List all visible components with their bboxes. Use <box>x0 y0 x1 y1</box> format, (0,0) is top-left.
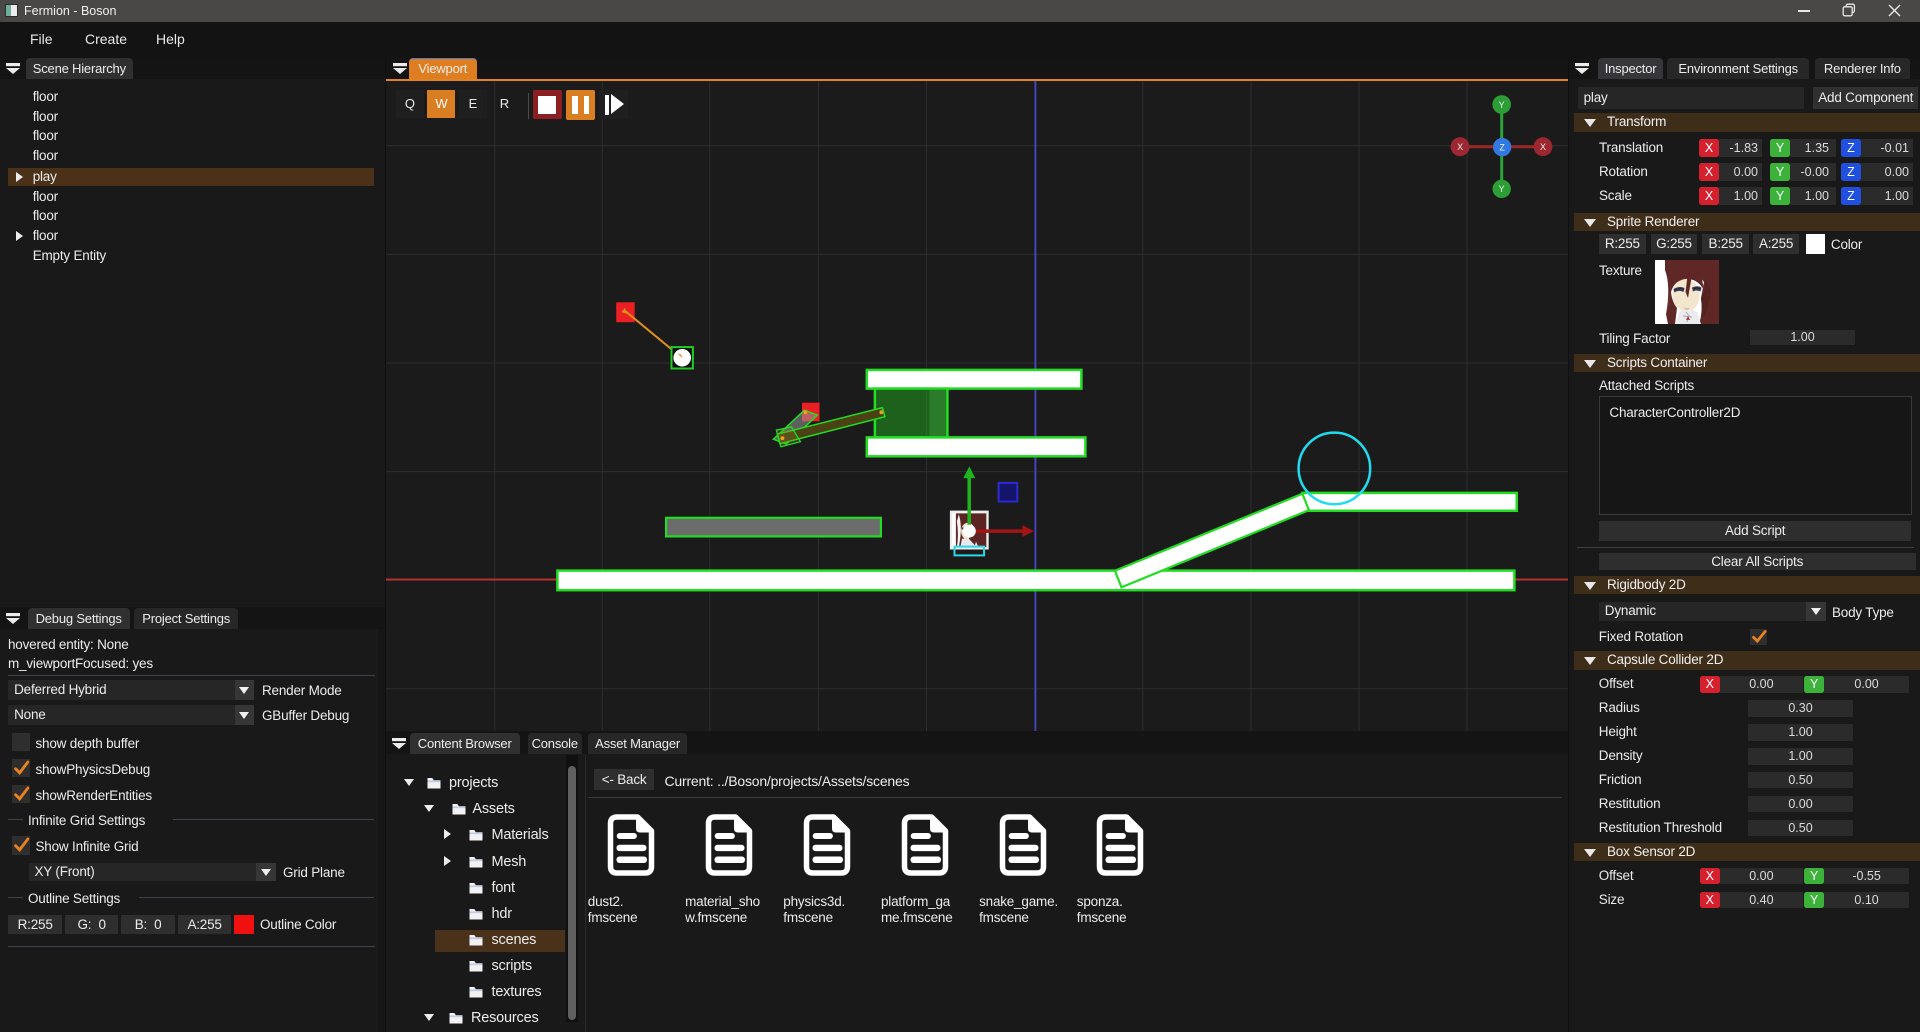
svg-text:X: X <box>1457 142 1463 152</box>
svg-text:X: X <box>1540 142 1546 152</box>
svg-text:Z: Z <box>1499 142 1505 152</box>
svg-text:Y: Y <box>1498 184 1504 194</box>
svg-text:Y: Y <box>1498 100 1504 110</box>
